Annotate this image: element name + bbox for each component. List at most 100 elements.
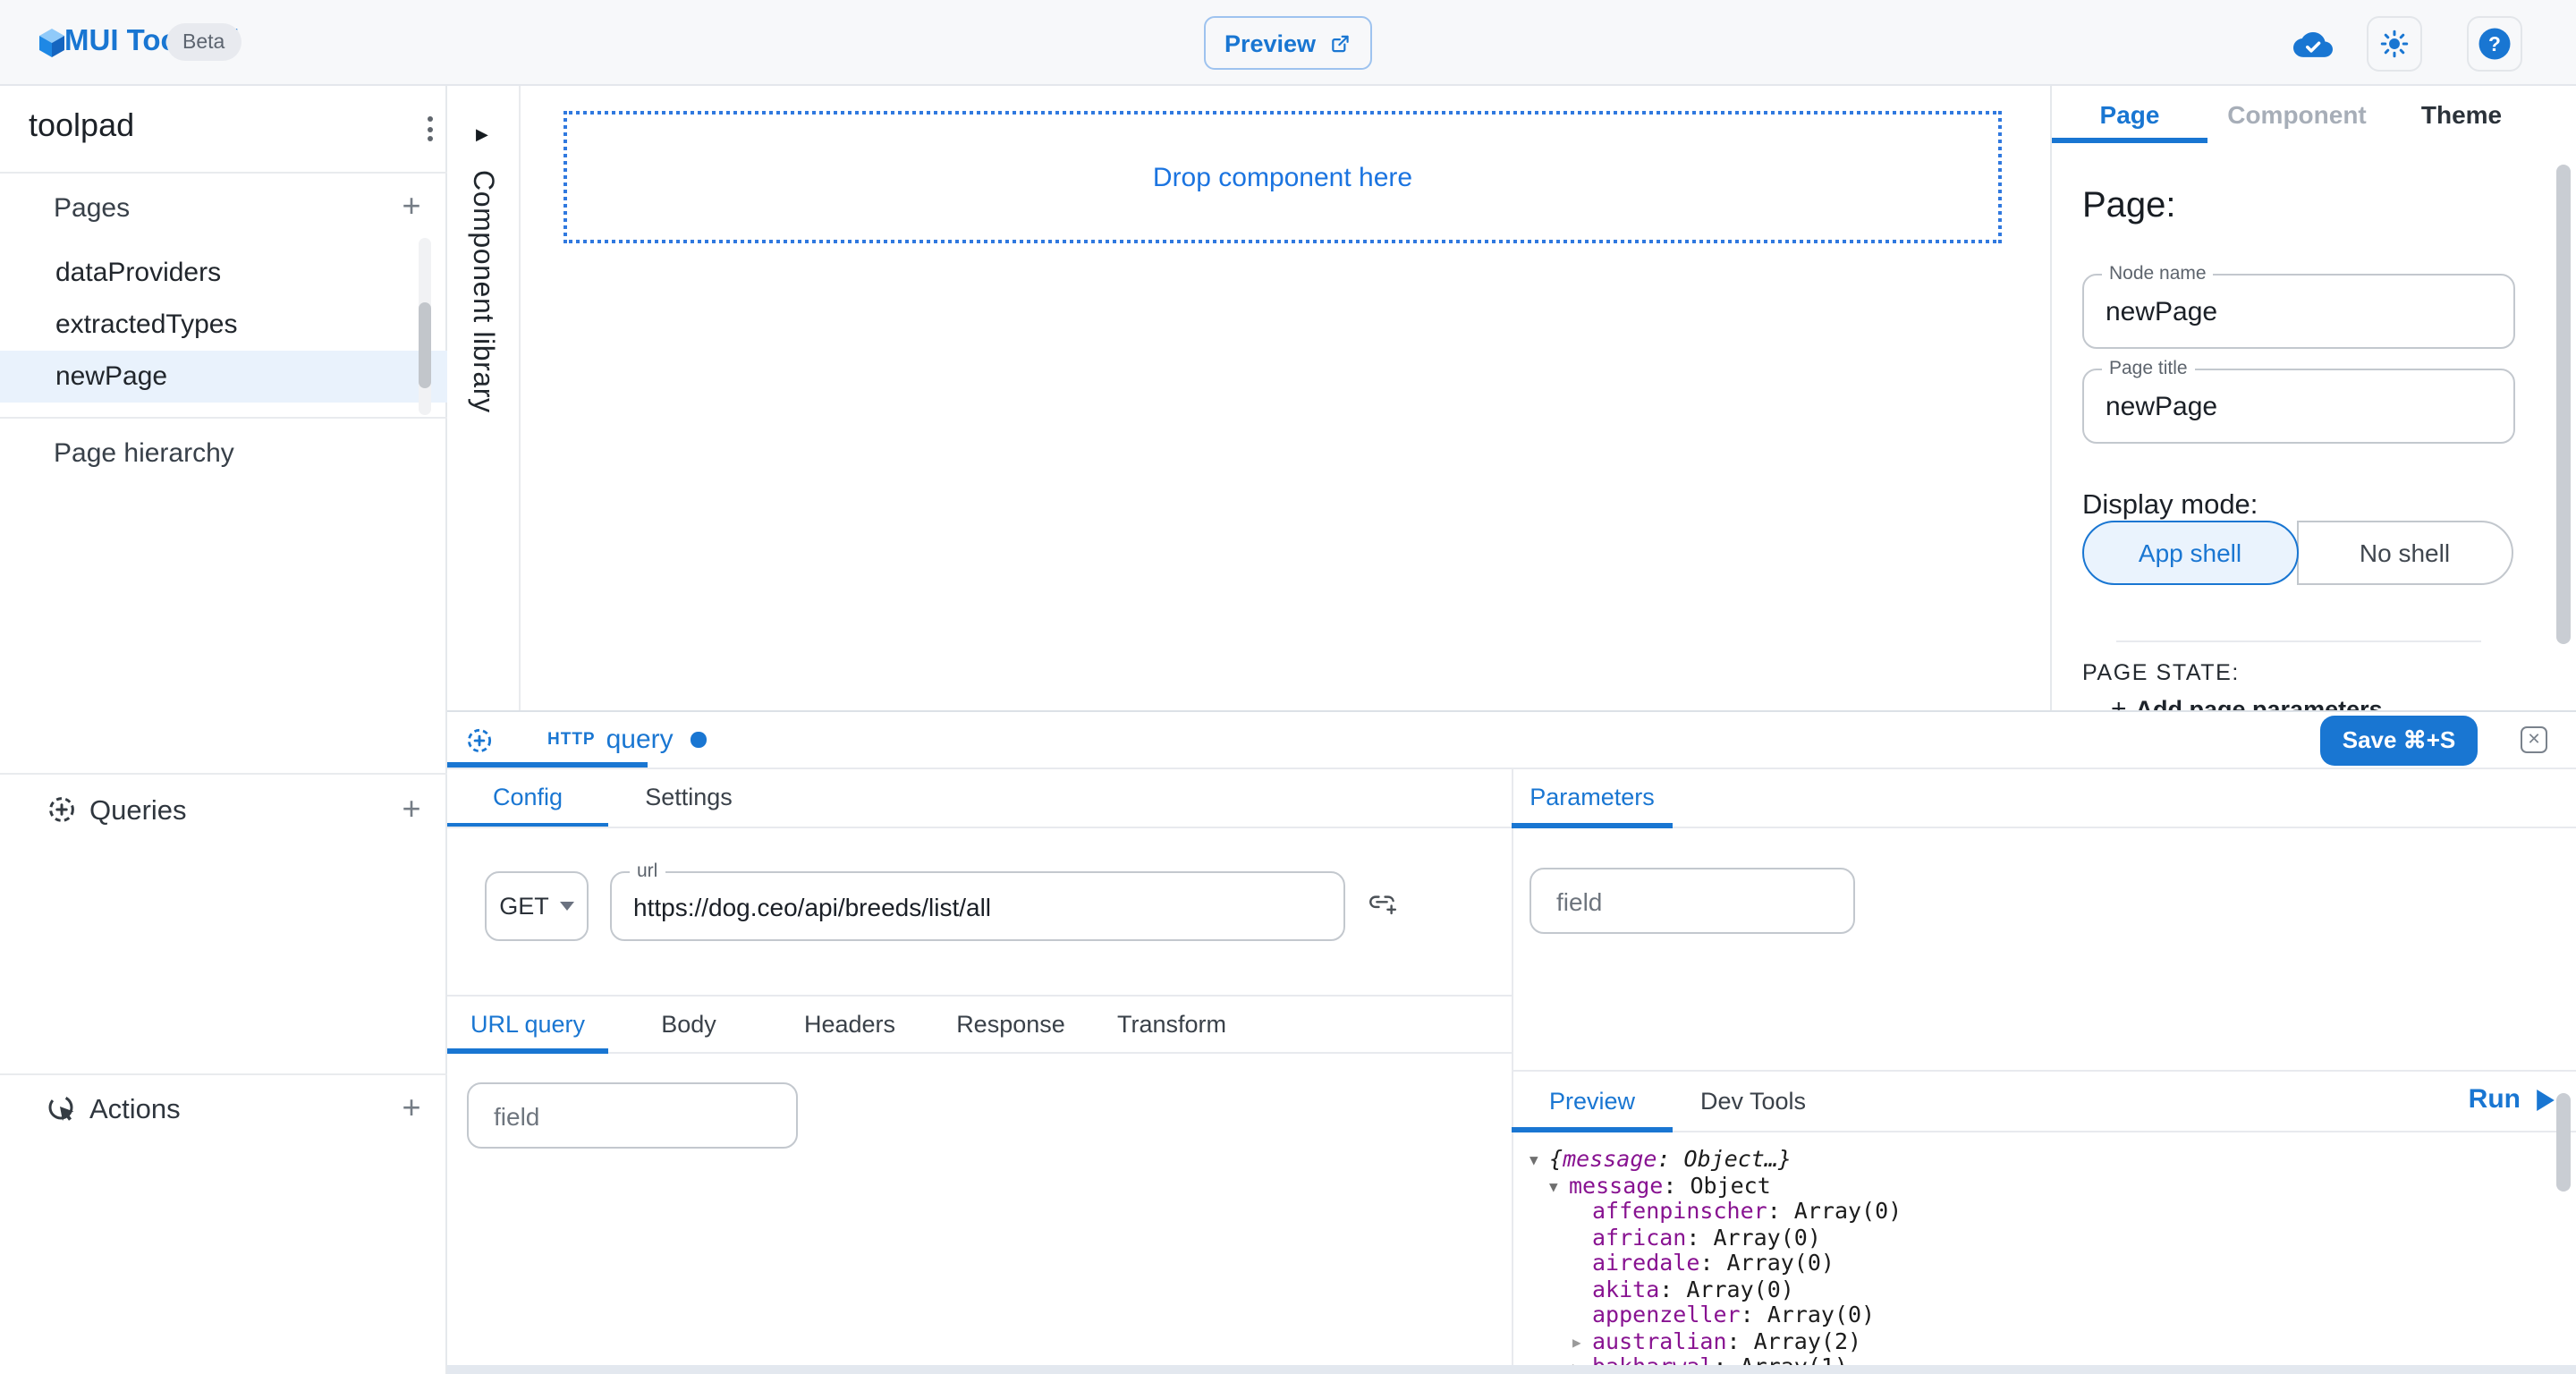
json-node-australian[interactable]: ▶australian: Array(2) bbox=[1572, 1329, 2549, 1355]
top-bar: MUI Toolpad Beta Preview bbox=[0, 0, 2576, 86]
tab-dev-tools[interactable]: Dev Tools bbox=[1673, 1071, 1834, 1130]
divider bbox=[0, 773, 447, 775]
query-editor-panel: HTTP query Save ⌘+S ✕ Config Settings GE… bbox=[447, 710, 2576, 1374]
sidebar-item-dataproviders[interactable]: dataProviders bbox=[0, 246, 447, 298]
tab-preview[interactable]: Preview bbox=[1512, 1071, 1673, 1130]
json-preview-tree[interactable]: ▼{message: Object…} ▼message: Object aff… bbox=[1530, 1147, 2549, 1374]
json-node-root[interactable]: ▼{message: Object…} bbox=[1530, 1147, 2549, 1173]
inspector-tabs: Page Component Theme bbox=[2052, 86, 2576, 143]
help-button[interactable]: ? bbox=[2467, 16, 2522, 72]
play-icon bbox=[2537, 1089, 2555, 1110]
left-sidebar: toolpad Pages + dataProviders extractedT… bbox=[0, 86, 447, 1374]
display-mode-app-shell[interactable]: App shell bbox=[2082, 521, 2298, 585]
tab-transform[interactable]: Transform bbox=[1091, 997, 1252, 1052]
active-tab-indicator bbox=[2052, 138, 2207, 143]
preview-button-label: Preview bbox=[1224, 30, 1316, 56]
url-query-param-field[interactable] bbox=[467, 1082, 798, 1149]
inspector-heading: Page: bbox=[2082, 186, 2176, 227]
node-name-field[interactable]: Node name bbox=[2082, 274, 2515, 349]
active-subtab-indicator bbox=[447, 1047, 608, 1053]
page-title-field[interactable]: Page title bbox=[2082, 369, 2515, 444]
json-node-african[interactable]: african: Array(0) bbox=[1572, 1225, 2549, 1251]
drop-zone-hint: Drop component here bbox=[1153, 162, 1412, 192]
queries-section-label: Queries bbox=[89, 796, 187, 828]
tab-theme[interactable]: Theme bbox=[2386, 86, 2537, 143]
preview-scrollbar-thumb[interactable] bbox=[2556, 1093, 2570, 1192]
tab-url-query[interactable]: URL query bbox=[447, 997, 608, 1052]
theme-toggle-button[interactable] bbox=[2367, 16, 2422, 72]
pages-section-label: Pages bbox=[54, 193, 130, 224]
divider bbox=[0, 172, 447, 174]
add-page-parameters-button[interactable]: + Add page parameters bbox=[2111, 694, 2383, 710]
url-field[interactable]: url bbox=[610, 871, 1345, 941]
parameters-input[interactable] bbox=[1531, 869, 1853, 932]
preview-tabs: Preview Dev Tools bbox=[1512, 1069, 2576, 1132]
node-name-input[interactable] bbox=[2106, 276, 2470, 347]
display-mode-label: Display mode: bbox=[2082, 490, 2258, 522]
add-binding-link-icon[interactable] bbox=[1367, 887, 1397, 918]
http-method-value: GET bbox=[499, 893, 549, 920]
add-action-button[interactable]: + bbox=[394, 1090, 429, 1125]
actions-icon bbox=[47, 1093, 77, 1124]
sidebar-scrollbar-thumb[interactable] bbox=[418, 302, 431, 388]
expand-component-library-icon[interactable]: ▶ bbox=[476, 125, 488, 145]
actions-section-label: Actions bbox=[89, 1095, 181, 1127]
request-subtabs: URL query Body Headers Response Transfor… bbox=[447, 995, 1512, 1053]
app-window: MUI Toolpad Beta Preview bbox=[0, 0, 2576, 1374]
url-input[interactable] bbox=[633, 873, 1307, 939]
sidebar-item-newpage[interactable]: newPage bbox=[0, 350, 447, 402]
queries-icon bbox=[47, 794, 77, 825]
close-panel-button[interactable]: ✕ bbox=[2521, 726, 2547, 753]
run-button[interactable]: Run bbox=[2429, 1069, 2555, 1130]
page-canvas: Drop component here bbox=[522, 86, 2050, 710]
open-in-new-icon bbox=[1328, 31, 1352, 55]
add-page-button[interactable]: + bbox=[394, 188, 429, 224]
query-tab[interactable]: HTTP query bbox=[447, 712, 707, 768]
app-name: toolpad bbox=[29, 107, 134, 145]
json-node-message[interactable]: ▼message: Object bbox=[1549, 1173, 2549, 1199]
divider bbox=[0, 416, 447, 418]
preview-button[interactable]: Preview bbox=[1204, 16, 1372, 70]
tab-response[interactable]: Response bbox=[930, 997, 1091, 1052]
tab-headers[interactable]: Headers bbox=[769, 997, 930, 1052]
json-node-affenpinscher[interactable]: affenpinscher: Array(0) bbox=[1572, 1199, 2549, 1225]
parameters-field[interactable] bbox=[1530, 868, 1855, 934]
add-query-button[interactable]: + bbox=[394, 791, 429, 827]
http-query-icon bbox=[465, 725, 494, 754]
config-settings-tabs: Config Settings bbox=[447, 768, 769, 827]
page-state-label: PAGE STATE: bbox=[2082, 660, 2240, 685]
query-name: query bbox=[606, 725, 674, 755]
url-query-param-input[interactable] bbox=[469, 1084, 796, 1147]
divider bbox=[0, 1073, 447, 1075]
display-mode-toggle: App shell No shell bbox=[2082, 521, 2513, 585]
active-preview-tab-indicator bbox=[1512, 1126, 1673, 1132]
help-icon: ? bbox=[2476, 25, 2513, 63]
display-mode-no-shell[interactable]: No shell bbox=[2296, 521, 2513, 585]
component-library-label[interactable]: Component library bbox=[465, 170, 497, 413]
json-node-akita[interactable]: akita: Array(0) bbox=[1572, 1276, 2549, 1302]
http-label: HTTP bbox=[547, 730, 596, 750]
http-method-select[interactable]: GET bbox=[485, 871, 589, 941]
tab-settings[interactable]: Settings bbox=[608, 768, 769, 827]
inspector-scrollbar-thumb[interactable] bbox=[2556, 165, 2570, 644]
svg-text:?: ? bbox=[2488, 32, 2501, 55]
save-button[interactable]: Save ⌘+S bbox=[2320, 716, 2478, 766]
tab-parameters[interactable]: Parameters bbox=[1512, 768, 1673, 827]
run-label: Run bbox=[2469, 1084, 2521, 1115]
json-node-airedale[interactable]: airedale: Array(0) bbox=[1572, 1251, 2549, 1276]
tab-component[interactable]: Component bbox=[2207, 86, 2386, 143]
drop-zone[interactable]: Drop component here bbox=[564, 111, 2002, 243]
json-node-appenzeller[interactable]: appenzeller: Array(0) bbox=[1572, 1303, 2549, 1329]
tab-body[interactable]: Body bbox=[608, 997, 769, 1052]
sidebar-item-extractedtypes[interactable]: extractedTypes bbox=[0, 298, 447, 350]
tab-config[interactable]: Config bbox=[447, 768, 608, 827]
page-hierarchy-label[interactable]: Page hierarchy bbox=[54, 438, 234, 469]
light-mode-sun-icon bbox=[2379, 29, 2410, 59]
tab-page[interactable]: Page bbox=[2052, 86, 2207, 143]
add-icon: + bbox=[2111, 694, 2127, 710]
unsaved-changes-dot bbox=[691, 733, 707, 748]
cloud-synced-icon bbox=[2293, 29, 2333, 59]
page-title-input[interactable] bbox=[2106, 370, 2470, 442]
app-menu-kebab-icon[interactable] bbox=[415, 109, 444, 148]
bottom-scrollbar-strip[interactable] bbox=[447, 1364, 2576, 1374]
